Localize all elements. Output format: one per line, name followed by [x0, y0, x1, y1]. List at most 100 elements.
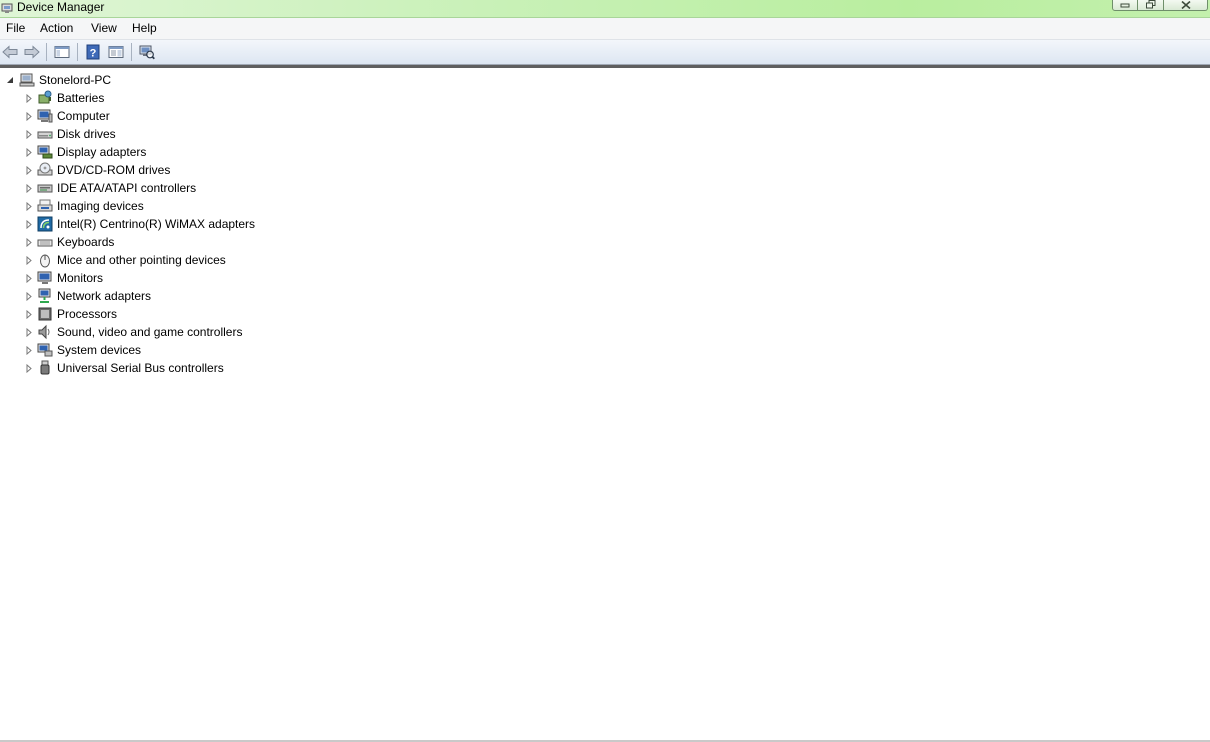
properties-pane-icon [108, 46, 124, 58]
expand-arrow-icon[interactable] [24, 201, 33, 211]
monitor-icon [37, 270, 53, 286]
tree-category-label: Network adapters [57, 289, 152, 303]
toolbar-separator [77, 43, 78, 61]
expand-arrow-icon[interactable] [24, 129, 33, 139]
minimize-button[interactable] [1112, 0, 1138, 11]
tree-category-label: Computer [57, 109, 110, 123]
tree-category-node[interactable]: IDE ATA/ATAPI controllers [24, 179, 196, 197]
toolbar-separator [131, 43, 132, 61]
wimax-adapter-icon [37, 216, 53, 232]
collapse-arrow-icon[interactable] [5, 76, 14, 85]
help-button[interactable]: ? [84, 43, 102, 61]
processor-icon [37, 306, 53, 322]
show-hide-console-tree-button[interactable] [53, 43, 71, 61]
computer-root-icon [19, 72, 35, 88]
computer-icon [37, 108, 53, 124]
expand-arrow-icon[interactable] [24, 345, 33, 355]
window-controls [1112, 0, 1208, 12]
back-arrow-icon [2, 45, 18, 59]
svg-text:?: ? [90, 48, 97, 60]
forward-arrow-icon [24, 45, 40, 59]
expand-arrow-icon[interactable] [24, 93, 33, 103]
tree-category-label: Disk drives [57, 127, 116, 141]
tree-category-label: DVD/CD-ROM drives [57, 163, 171, 177]
expand-arrow-icon[interactable] [24, 147, 33, 157]
imaging-device-icon [37, 198, 53, 214]
tree-category-label: IDE ATA/ATAPI controllers [57, 181, 197, 195]
title-bar: Device Manager [0, 0, 1210, 18]
menu-help[interactable]: Help [132, 21, 157, 35]
toolbar: ? [0, 40, 1210, 65]
tree-root-node[interactable]: Stonelord-PC [5, 71, 111, 89]
battery-icon [37, 90, 53, 106]
tree-category-node[interactable]: Processors [24, 305, 117, 323]
keyboard-icon [37, 234, 53, 250]
root-label: Stonelord-PC [39, 73, 112, 87]
tree-category-node[interactable]: Mice and other pointing devices [24, 251, 226, 269]
restore-button[interactable] [1138, 0, 1164, 11]
tree-category-node[interactable]: System devices [24, 341, 141, 359]
restore-icon [1145, 0, 1155, 9]
expand-arrow-icon[interactable] [24, 291, 33, 301]
system-devices-icon [37, 342, 53, 358]
tree-category-node[interactable]: Disk drives [24, 125, 116, 143]
window-title: Device Manager [17, 0, 105, 14]
disk-drive-icon [37, 126, 53, 142]
expand-arrow-icon[interactable] [24, 363, 33, 373]
tree-category-node[interactable]: DVD/CD-ROM drives [24, 161, 170, 179]
usb-icon [37, 360, 53, 376]
show-hide-console-tree-icon [54, 46, 70, 58]
menu-bar: File Action View Help [0, 18, 1210, 40]
mouse-icon [37, 252, 53, 268]
device-manager-app-icon [1, 1, 14, 14]
speaker-icon [37, 324, 53, 340]
scan-hardware-changes-icon [139, 45, 155, 60]
tree-category-label: Mice and other pointing devices [57, 253, 226, 267]
ide-controller-icon [37, 180, 53, 196]
device-tree [0, 65, 1210, 740]
tree-category-label: Intel(R) Centrino(R) WiMAX adapters [57, 217, 256, 231]
menu-view[interactable]: View [91, 21, 117, 35]
tree-category-node[interactable]: Sound, video and game controllers [24, 323, 242, 341]
menu-action[interactable]: Action [40, 21, 73, 35]
tree-category-label: Batteries [57, 91, 105, 105]
tree-category-node[interactable]: Monitors [24, 269, 103, 287]
menu-file[interactable]: File [6, 21, 25, 35]
expand-arrow-icon[interactable] [24, 165, 33, 175]
tree-category-node[interactable]: Universal Serial Bus controllers [24, 359, 224, 377]
close-button[interactable] [1164, 0, 1208, 11]
scan-hardware-changes-button[interactable] [138, 43, 156, 61]
expand-arrow-icon[interactable] [24, 111, 33, 121]
help-icon: ? [86, 44, 100, 60]
tree-category-label: Keyboards [57, 235, 115, 249]
tree-category-node[interactable]: Network adapters [24, 287, 151, 305]
tree-category-label: Sound, video and game controllers [57, 325, 243, 339]
tree-category-label: Processors [57, 307, 118, 321]
back-button[interactable] [1, 43, 19, 61]
expand-arrow-icon[interactable] [24, 309, 33, 319]
tree-category-label: Display adapters [57, 145, 147, 159]
expand-arrow-icon[interactable] [24, 327, 33, 337]
tree-category-node[interactable]: Intel(R) Centrino(R) WiMAX adapters [24, 215, 255, 233]
dvd-drive-icon [37, 162, 53, 178]
expand-arrow-icon[interactable] [24, 255, 33, 265]
expand-arrow-icon[interactable] [24, 273, 33, 283]
tree-category-node[interactable]: Keyboards [24, 233, 114, 251]
expand-arrow-icon[interactable] [24, 237, 33, 247]
expand-arrow-icon[interactable] [24, 183, 33, 193]
tree-category-label: System devices [57, 343, 142, 357]
tree-category-node[interactable]: Imaging devices [24, 197, 144, 215]
minimize-icon [1120, 3, 1130, 7]
properties-pane-button[interactable] [107, 43, 125, 61]
tree-category-label: Monitors [57, 271, 104, 285]
tree-category-label: Universal Serial Bus controllers [57, 361, 224, 375]
display-adapter-icon [37, 144, 53, 160]
tree-category-label: Imaging devices [57, 199, 144, 213]
close-icon [1180, 0, 1191, 9]
expand-arrow-icon[interactable] [24, 219, 33, 229]
forward-button[interactable] [23, 43, 41, 61]
tree-category-node[interactable]: Batteries [24, 89, 104, 107]
tree-category-node[interactable]: Display adapters [24, 143, 146, 161]
toolbar-separator [46, 43, 47, 61]
tree-category-node[interactable]: Computer [24, 107, 110, 125]
